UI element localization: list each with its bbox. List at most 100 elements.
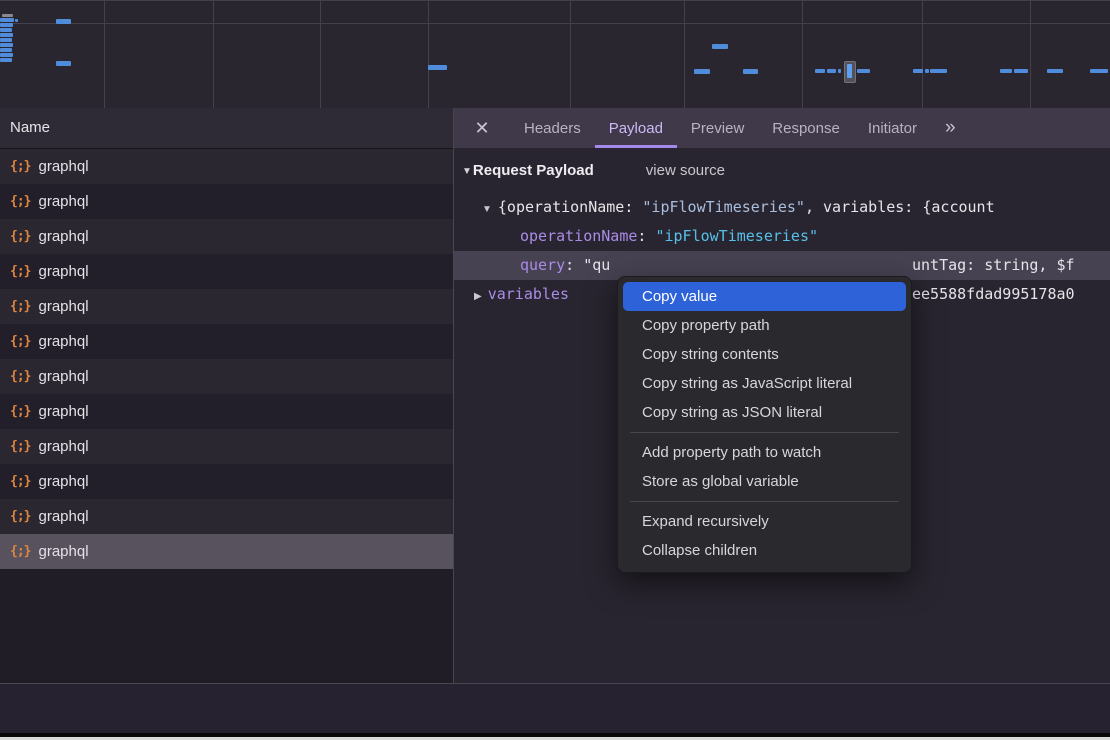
expand-triangle-icon[interactable]: ▶ bbox=[474, 291, 482, 302]
request-name-label: graphql bbox=[38, 158, 88, 175]
tab-response[interactable]: Response bbox=[758, 108, 854, 148]
request-timing-bar[interactable] bbox=[913, 69, 923, 73]
request-timing-bar[interactable] bbox=[0, 43, 13, 47]
menu-item-copy-value[interactable]: Copy value bbox=[623, 282, 906, 311]
request-timing-bar[interactable] bbox=[56, 19, 71, 24]
request-name-label: graphql bbox=[38, 193, 88, 210]
overview-gridline bbox=[802, 1, 803, 109]
tab-payload[interactable]: Payload bbox=[595, 108, 677, 148]
more-tabs-icon[interactable]: » bbox=[933, 108, 968, 148]
close-icon[interactable]: ✕ bbox=[454, 108, 510, 148]
request-timing-bar[interactable] bbox=[0, 23, 13, 27]
request-row-12[interactable]: {;}graphql bbox=[0, 534, 453, 569]
collapse-triangle-icon[interactable]: ▼ bbox=[462, 166, 472, 177]
request-timing-bar[interactable] bbox=[1000, 69, 1012, 73]
fetch-json-icon: {;} bbox=[10, 229, 30, 244]
request-row-7[interactable]: {;} graphql bbox=[0, 359, 453, 394]
fetch-json-icon: {;} bbox=[10, 474, 30, 489]
view-source-link[interactable]: view source bbox=[646, 162, 725, 179]
request-timing-bar[interactable] bbox=[0, 48, 12, 52]
menu-item-collapse-children[interactable]: Collapse children bbox=[618, 536, 911, 565]
property-value: "ipFlowTimeseries" bbox=[655, 227, 818, 245]
request-row-1[interactable]: {;} graphql bbox=[0, 149, 453, 184]
request-timing-bar[interactable] bbox=[1047, 69, 1063, 73]
devtools-network-panel: Name {;}graphql{;}graphql{;}graphql{;}gr… bbox=[0, 0, 1110, 740]
menu-separator bbox=[630, 501, 899, 502]
request-timing-bar[interactable] bbox=[0, 58, 12, 62]
preview-string: "ipFlowTimeseries" bbox=[642, 198, 805, 216]
request-name-label: graphql bbox=[38, 508, 88, 525]
menu-item-copy-string-as-javascript-literal[interactable]: Copy string as JavaScript literal bbox=[618, 369, 911, 398]
request-timing-bar[interactable] bbox=[1014, 69, 1028, 73]
fetch-json-icon: {;} bbox=[10, 404, 30, 419]
expand-triangle-icon[interactable]: ▼ bbox=[482, 204, 492, 215]
menu-item-copy-string-contents[interactable]: Copy string contents bbox=[618, 340, 911, 369]
overview-gray[interactable] bbox=[2, 14, 13, 17]
request-timing-bar[interactable] bbox=[0, 38, 12, 42]
fetch-json-icon: {;} bbox=[10, 369, 30, 384]
request-payload-section-header[interactable]: ▼Request Payloadview source bbox=[462, 162, 1110, 179]
overview-gridline bbox=[1030, 1, 1031, 109]
request-timing-bar[interactable] bbox=[815, 69, 825, 73]
request-row-11[interactable]: {;}graphql bbox=[0, 499, 453, 534]
request-timing-bar[interactable] bbox=[712, 44, 728, 49]
request-timing-bar[interactable] bbox=[694, 69, 710, 74]
request-timing-bar[interactable] bbox=[827, 69, 836, 73]
request-timing-bar[interactable] bbox=[838, 69, 841, 73]
property-key: operationName bbox=[520, 227, 637, 245]
object-preview-row[interactable]: ▼{operationName: "ipFlowTimeseries", var… bbox=[454, 193, 1110, 222]
overview-gridline bbox=[104, 1, 105, 109]
fetch-json-icon: {;} bbox=[10, 264, 30, 279]
overview-gridline bbox=[213, 1, 214, 109]
menu-item-copy-property-path[interactable]: Copy property path bbox=[618, 311, 911, 340]
footer-summary-strip bbox=[0, 683, 1110, 734]
request-row-8[interactable]: {;}graphql bbox=[0, 394, 453, 429]
fetch-json-icon: {;} bbox=[10, 159, 30, 174]
request-row-10[interactable]: {;}graphql bbox=[0, 464, 453, 499]
request-timing-bar[interactable] bbox=[857, 69, 870, 73]
request-timing-bar[interactable] bbox=[0, 18, 14, 22]
request-row-9[interactable]: {;} graphql bbox=[0, 429, 453, 464]
request-name-label: graphql bbox=[38, 438, 88, 455]
fetch-json-icon: {;} bbox=[10, 299, 30, 314]
menu-item-store-as-global-variable[interactable]: Store as global variable bbox=[618, 467, 911, 496]
request-row-4[interactable]: {;}graphql bbox=[0, 254, 453, 289]
property-key: variables bbox=[488, 285, 569, 303]
tab-initiator[interactable]: Initiator bbox=[854, 108, 931, 148]
request-timing-bar[interactable] bbox=[0, 28, 12, 32]
network-overview-timeline[interactable] bbox=[0, 0, 1110, 109]
operation-name-row[interactable]: operationName: "ipFlowTimeseries" bbox=[454, 222, 1110, 251]
request-name-label: graphql bbox=[38, 298, 88, 315]
request-timing-bar[interactable] bbox=[56, 61, 71, 66]
request-row-6[interactable]: {;} graphql bbox=[0, 324, 453, 359]
menu-item-copy-string-as-json-literal[interactable]: Copy string as JSON literal bbox=[618, 398, 911, 427]
request-name-label: graphql bbox=[38, 333, 88, 350]
tab-preview[interactable]: Preview bbox=[677, 108, 758, 148]
overview-gridline bbox=[922, 1, 923, 109]
request-row-5[interactable]: {;} graphql bbox=[0, 289, 453, 324]
request-timing-bar[interactable] bbox=[1090, 69, 1108, 73]
fetch-json-icon: {;} bbox=[10, 334, 30, 349]
overview-marker-bar[interactable] bbox=[847, 64, 852, 78]
colon: : bbox=[565, 256, 583, 274]
request-timing-bar[interactable] bbox=[930, 69, 947, 73]
property-value-right-fragment: untTag: string, $f bbox=[912, 251, 1075, 280]
request-timing-bar[interactable] bbox=[428, 65, 447, 70]
request-row-3[interactable]: {;}graphql bbox=[0, 219, 453, 254]
request-list-panel: Name {;}graphql{;}graphql{;}graphql{;}gr… bbox=[0, 108, 453, 683]
request-timing-bar[interactable] bbox=[743, 69, 758, 74]
fetch-json-icon: {;} bbox=[10, 439, 30, 454]
property-key: query bbox=[520, 256, 565, 274]
request-name-label: graphql bbox=[38, 368, 88, 385]
menu-item-add-property-path-to-watch[interactable]: Add property path to watch bbox=[618, 438, 911, 467]
request-timing-bar[interactable] bbox=[15, 19, 18, 22]
request-timing-bar[interactable] bbox=[0, 33, 13, 37]
name-column-header[interactable]: Name bbox=[0, 108, 453, 149]
request-timing-bar[interactable] bbox=[0, 53, 13, 57]
request-rows: {;} graphql {;} graphql {;} graphql {;} graphql… bbox=[0, 149, 453, 569]
overview-gridline bbox=[684, 1, 685, 109]
request-row-2[interactable]: {;}graphql bbox=[0, 184, 453, 219]
menu-item-expand-recursively[interactable]: Expand recursively bbox=[618, 507, 911, 536]
request-timing-bar[interactable] bbox=[925, 69, 929, 73]
tab-headers[interactable]: Headers bbox=[510, 108, 595, 148]
